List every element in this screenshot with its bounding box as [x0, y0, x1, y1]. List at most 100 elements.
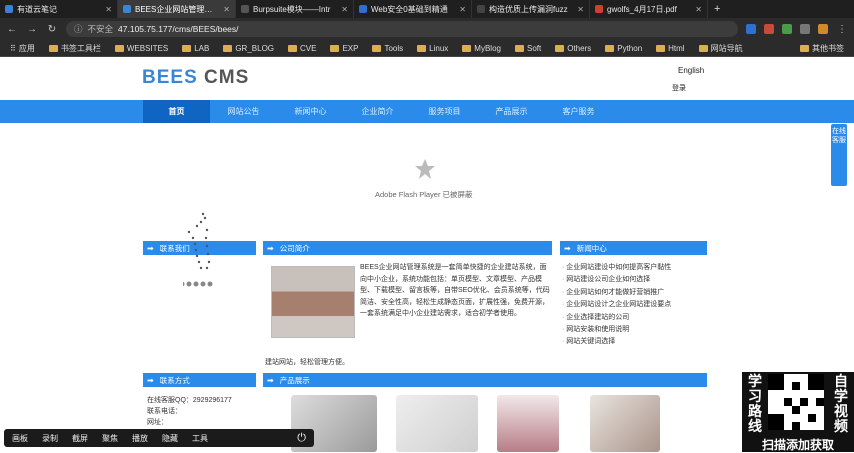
flash-blocked-text[interactable]: Adobe Flash Player 已被屏蔽 [375, 189, 473, 200]
browser-tab-active[interactable]: BEES企业网站管理系统 ✕ [118, 0, 236, 18]
bookmark-other[interactable]: 其他书签 [794, 43, 850, 54]
menu-icon[interactable]: ⋮ [836, 24, 848, 35]
bookmark-label: 书签工具栏 [60, 43, 101, 53]
panel-title: 公司简介 [279, 243, 310, 253]
bookmark-label: 网站导航 [710, 43, 743, 53]
recorder-focus-button[interactable]: 聚焦 [102, 433, 118, 444]
bookmark-folder[interactable]: MyBlog [456, 44, 507, 53]
logo-bees: BEES [142, 67, 198, 88]
folder-icon [800, 44, 809, 52]
folder-icon [555, 44, 565, 52]
browser-tab[interactable]: gwolfs_4月17日.pdf ✕ [590, 0, 708, 18]
close-tab-icon[interactable]: ✕ [577, 5, 584, 14]
tab-favicon-icon [477, 5, 485, 13]
nav-item[interactable]: 网站公告 [210, 100, 277, 123]
bookmark-label: Html [668, 43, 685, 53]
main-nav: 首页 网站公告 新闻中心 企业简介 服务项目 产品展示 客户服务 [0, 100, 854, 123]
close-tab-icon[interactable]: ✕ [695, 5, 702, 14]
close-tab-icon[interactable]: ✕ [105, 5, 112, 14]
tab-title: BEES企业网站管理系统 [135, 4, 220, 14]
login-link[interactable]: 登录 [672, 83, 686, 93]
recorder-draw-button[interactable]: 画板 [12, 433, 28, 444]
extension-icon[interactable] [800, 24, 810, 34]
nav-home[interactable]: 首页 [143, 100, 210, 123]
news-item[interactable]: 企业网站建设中如何提高客户黏性 [562, 262, 712, 274]
recorder-hide-button[interactable]: 隐藏 [162, 433, 178, 444]
address-bar[interactable]: ⓘ 不安全 47.105.75.177/cms/BEES/bees/ [66, 21, 738, 37]
recorder-play-button[interactable]: 播放 [132, 433, 148, 444]
bookmark-folder[interactable]: 网站导航 [693, 43, 749, 54]
panel-header-about: ➡ 公司简介 [263, 241, 552, 255]
recorder-record-button[interactable]: 录制 [42, 433, 58, 444]
browser-tab[interactable]: 构造优质上传漏洞fuzz ✕ [472, 0, 590, 18]
info-icon[interactable]: ⓘ [74, 23, 83, 35]
news-item[interactable]: 企业网站如何才能做好营销推广 [562, 287, 712, 299]
bookmark-folder[interactable]: Python [599, 44, 648, 53]
bookmark-folder[interactable]: LAB [176, 44, 215, 53]
nav-item[interactable]: 产品展示 [478, 100, 545, 123]
reload-icon[interactable]: ↻ [46, 24, 58, 35]
flash-plugin-icon[interactable] [413, 157, 437, 181]
product-thumbnail[interactable] [590, 395, 660, 452]
tab-favicon-icon [123, 5, 131, 13]
close-tab-icon[interactable]: ✕ [223, 5, 230, 14]
folder-icon [698, 44, 708, 52]
news-item[interactable]: 企业网站设计之企业网站建设要点 [562, 299, 712, 311]
browser-tab[interactable]: Burpsuite模块——Intr ✕ [236, 0, 354, 18]
extension-icon[interactable] [746, 24, 756, 34]
bookmark-folder[interactable]: Tools [366, 44, 409, 53]
bookmark-folder[interactable]: 书签工具栏 [43, 43, 107, 54]
site-logo[interactable]: BEES CMS [142, 67, 249, 89]
bookmark-label: Tools [384, 43, 404, 53]
news-item[interactable]: 网站建设公司企业如何选择 [562, 274, 712, 286]
extension-icon[interactable] [818, 24, 828, 34]
security-label: 不安全 [87, 24, 114, 34]
bookmark-folder[interactable]: Html [650, 44, 690, 53]
url-text[interactable]: 47.105.75.177/cms/BEES/bees/ [118, 24, 239, 34]
bookmark-label: Others [567, 43, 592, 53]
online-service-button[interactable]: 在线客服 [831, 124, 847, 186]
bookmark-folder[interactable]: EXP [324, 44, 364, 53]
bookmark-folder[interactable]: GR_BLOG [217, 44, 280, 53]
power-icon[interactable]: ⏻ [297, 432, 306, 445]
new-tab-button[interactable]: + [708, 3, 726, 15]
language-link[interactable]: English [678, 66, 704, 75]
browser-tab[interactable]: Web安全0基础到精通 ✕ [354, 0, 472, 18]
close-tab-icon[interactable]: ✕ [341, 5, 348, 14]
product-thumbnail[interactable] [396, 395, 478, 452]
close-tab-icon[interactable]: ✕ [459, 5, 466, 14]
nav-item[interactable]: 服务项目 [411, 100, 478, 123]
folder-icon [656, 44, 666, 52]
recorder-screenshot-button[interactable]: 截屏 [72, 433, 88, 444]
panel-header-products: ➡ 产品展示 [263, 373, 707, 387]
panel-header-news: ➡ 新闻中心 [560, 241, 707, 255]
product-thumbnail[interactable] [497, 395, 559, 452]
news-item[interactable]: 企业选择建站的公司 [562, 312, 712, 324]
bookmark-apps[interactable]: ⠿ 应用 [4, 43, 41, 54]
nav-item[interactable]: 新闻中心 [277, 100, 344, 123]
folder-icon [514, 44, 524, 52]
bookmark-label: MyBlog [474, 43, 501, 53]
bookmark-folder[interactable]: Others [549, 44, 597, 53]
nav-item[interactable]: 客户服务 [545, 100, 612, 123]
back-icon[interactable]: ← [6, 24, 18, 35]
promo-overlay: 学习路线 自学视频 扫描添加获取 [742, 372, 854, 452]
tab-bar: 有道云笔记 ✕ BEES企业网站管理系统 ✕ Burpsuite模块——Intr… [0, 0, 854, 18]
bookmark-folder[interactable]: CVE [282, 44, 322, 53]
qr-code-icon [768, 374, 824, 430]
nav-item[interactable]: 企业简介 [344, 100, 411, 123]
panel-title: 产品展示 [279, 375, 310, 385]
recorder-tools-button[interactable]: 工具 [192, 433, 208, 444]
company-intro-last-line: 建站网站，轻松管理方便。 [265, 359, 349, 366]
news-item[interactable]: 网站安装和使用说明 [562, 324, 712, 336]
folder-icon [417, 44, 427, 52]
bookmark-folder[interactable]: Linux [411, 44, 454, 53]
tab-favicon-icon [359, 5, 367, 13]
forward-icon[interactable]: → [26, 24, 38, 35]
news-item[interactable]: 网站关键词选择 [562, 336, 712, 348]
bookmark-folder[interactable]: WEBSITES [109, 44, 174, 53]
extension-icon[interactable] [764, 24, 774, 34]
bookmark-folder[interactable]: Soft [509, 44, 547, 53]
browser-tab[interactable]: 有道云笔记 ✕ [0, 0, 118, 18]
extension-icon[interactable] [782, 24, 792, 34]
